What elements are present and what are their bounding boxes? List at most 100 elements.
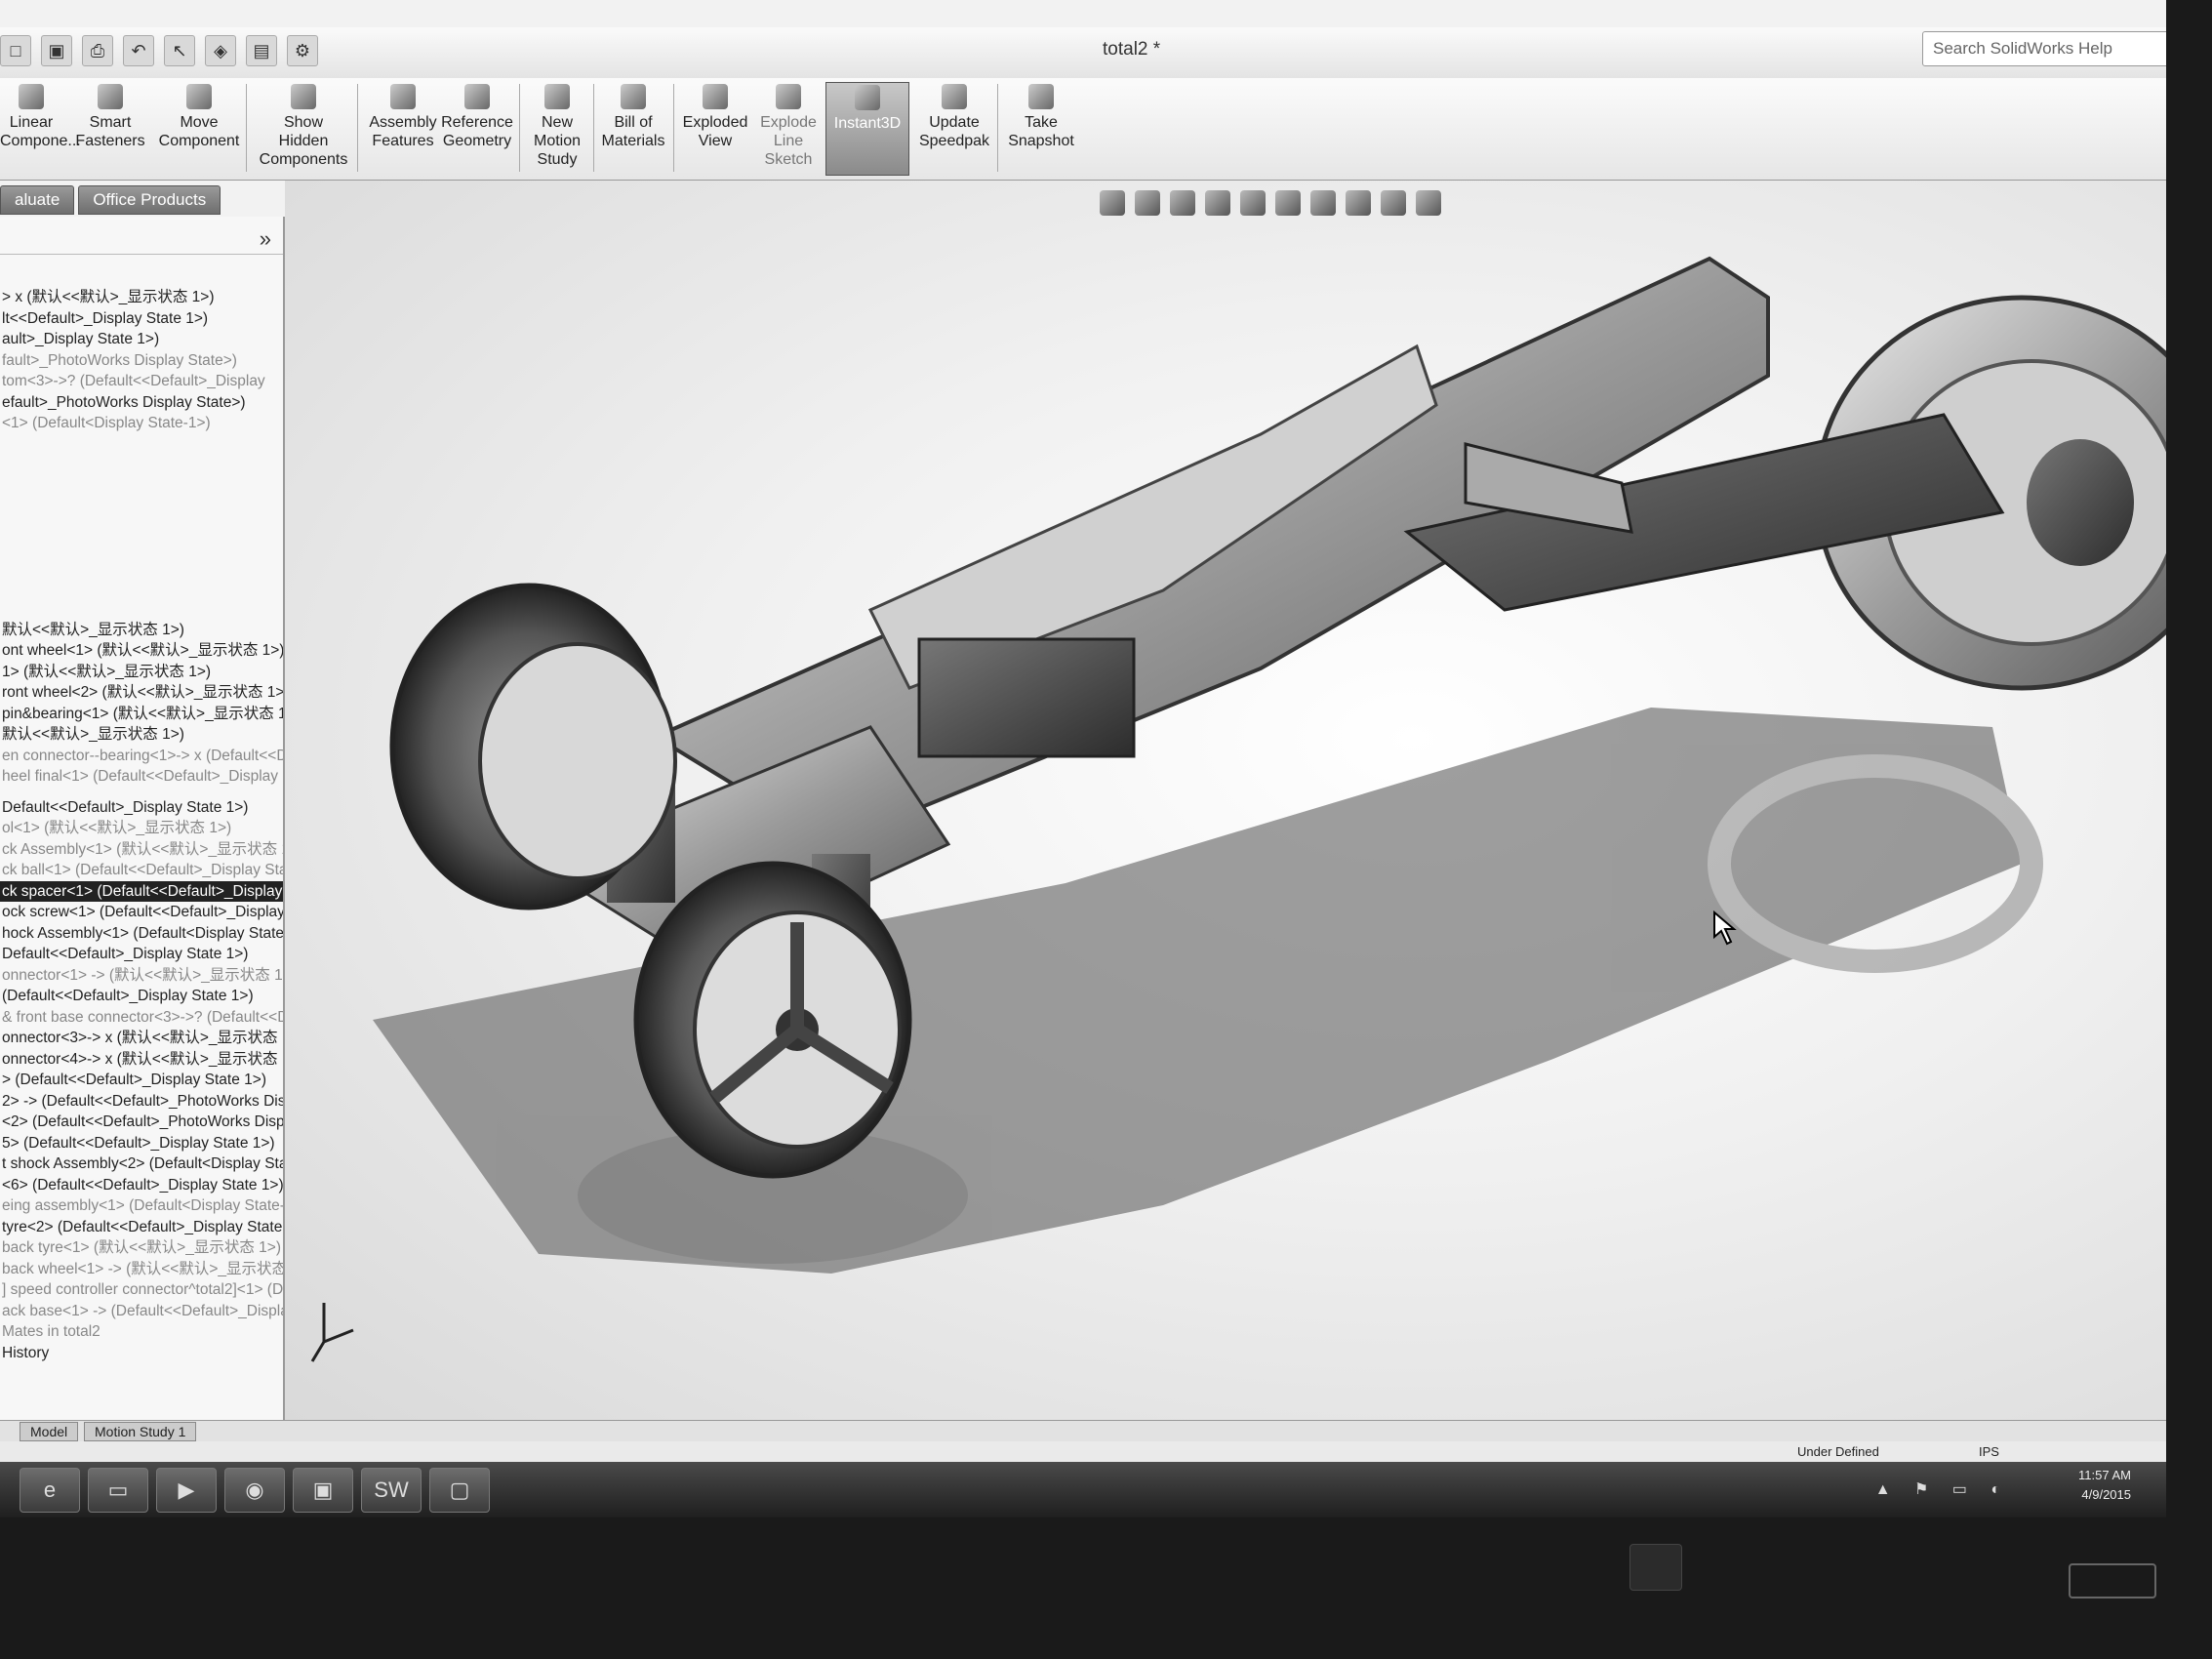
tree-item[interactable]: 5> (Default<<Default>_Display State 1>) [0, 1133, 283, 1154]
search-input[interactable]: Search SolidWorks Help [1933, 39, 2112, 59]
windows-taskbar: e ▭ ▶ ◉ ▣ SW ▢ ▲ ⚑ ▭ ◐ 11:57 AM 4/9/2015 [0, 1462, 2166, 1517]
tree-item[interactable]: ck ball<1> (Default<<Default>_Display St… [0, 860, 283, 881]
tree-item[interactable]: back tyre<1> (默认<<默认>_显示状态 1>) [0, 1237, 283, 1259]
folder-icon[interactable]: ▢ [429, 1468, 490, 1513]
system-tray[interactable]: ▲ ⚑ ▭ ◐ [1875, 1479, 2010, 1499]
clock-date: 4/9/2015 [2081, 1487, 2131, 1502]
tree-item[interactable]: <1> (Default<Display State-1>) [0, 413, 283, 434]
tree-item[interactable]: History [0, 1343, 283, 1364]
search-help-box[interactable]: Search SolidWorks Help ⌕ [1922, 31, 2166, 66]
tree-item[interactable]: ol<1> (默认<<默认>_显示状态 1>) [0, 818, 283, 839]
tree-item[interactable]: ack base<1> -> (Default<<Default>_Displa… [0, 1301, 283, 1322]
tree-item[interactable]: ault>_Display State 1>) [0, 329, 283, 350]
tree-item[interactable]: (Default<<Default>_Display State 1>) [0, 986, 283, 1007]
apply-scene-icon[interactable] [1381, 190, 1406, 216]
explode-line-icon [776, 84, 801, 109]
update-speedpak-button[interactable]: Update Speedpak [913, 82, 995, 176]
tree-item[interactable]: en connector--bearing<1>-> x (Default<<D… [0, 746, 283, 767]
app-icon[interactable]: ▣ [293, 1468, 353, 1513]
save-icon[interactable]: ▣ [41, 35, 72, 66]
tree-item[interactable]: Mates in total2 [0, 1321, 283, 1343]
instant3d-button[interactable]: Instant3D [825, 82, 909, 176]
panel-header: » [0, 224, 283, 255]
media-icon[interactable]: ▶ [156, 1468, 217, 1513]
tab-model[interactable]: Model [20, 1422, 79, 1441]
tab-office-products[interactable]: Office Products [78, 185, 221, 215]
reference-geometry-button[interactable]: Reference Geometry [439, 82, 515, 176]
tree-item[interactable]: 默认<<默认>_显示状态 1>) [0, 724, 283, 746]
tree-item[interactable]: Default<<Default>_Display State 1>) [0, 797, 283, 819]
tree-item[interactable]: eing assembly<1> (Default<Display State-… [0, 1195, 283, 1217]
rebuild-icon[interactable]: ◈ [205, 35, 236, 66]
tree-item[interactable]: <6> (Default<<Default>_Display State 1>) [0, 1175, 283, 1196]
tree-item[interactable]: efault>_PhotoWorks Display State>) [0, 392, 283, 414]
tree-item[interactable]: hock Assembly<1> (Default<Display State-… [0, 923, 283, 945]
bom-icon [621, 84, 646, 109]
tree-item[interactable]: 2> -> (Default<<Default>_PhotoWorks Disp… [0, 1091, 283, 1113]
tree-item[interactable]: ont wheel<1> (默认<<默认>_显示状态 1>) [0, 640, 283, 662]
monitor-power-button[interactable] [2069, 1563, 2156, 1598]
solidworks-icon[interactable]: SW [361, 1468, 422, 1513]
tab-evaluate[interactable]: aluate [0, 185, 75, 215]
reference-geometry-icon [464, 84, 490, 109]
tree-item[interactable]: t shock Assembly<2> (Default<Display Sta… [0, 1153, 283, 1175]
new-motion-study-button[interactable]: New Motion Study [525, 82, 589, 176]
hide-show-items-icon[interactable] [1310, 190, 1336, 216]
section-view-icon[interactable] [1205, 190, 1230, 216]
tree-item[interactable]: tom<3>->? (Default<<Default>_Display [0, 371, 283, 392]
front-wheel-right [633, 861, 912, 1179]
ie-icon[interactable]: e [20, 1468, 80, 1513]
exploded-view-button[interactable]: Exploded View [677, 82, 753, 176]
tree-item[interactable]: <2> (Default<<Default>_PhotoWorks Displa… [0, 1112, 283, 1133]
assembly-features-button[interactable]: Assembly Features [361, 82, 445, 176]
tree-item[interactable]: & front base connector<3>->? (Default<<D… [0, 1007, 283, 1029]
undo-icon[interactable]: ↶ [123, 35, 154, 66]
tree-item[interactable]: 默认<<默认>_显示状态 1>) [0, 620, 283, 641]
tree-item[interactable]: ront wheel<2> (默认<<默认>_显示状态 1>) [0, 682, 283, 704]
smart-fasteners-button[interactable]: Smart Fasteners [70, 82, 150, 176]
view-orientation-icon[interactable] [1240, 190, 1266, 216]
display-style-icon[interactable] [1275, 190, 1301, 216]
take-snapshot-button[interactable]: Take Snapshot [1001, 82, 1081, 176]
print-icon[interactable]: ⎙ [82, 35, 113, 66]
tree-item[interactable]: onnector<4>-> x (默认<<默认>_显示状态 1>) [0, 1049, 283, 1071]
clock[interactable]: 11:57 AM 4/9/2015 [2078, 1466, 2131, 1505]
tree-item[interactable]: lt<<Default>_Display State 1>) [0, 308, 283, 330]
graphics-viewport[interactable] [285, 181, 2166, 1420]
tree-item[interactable]: ] speed controller connector^total2]<1> … [0, 1279, 283, 1301]
previous-view-icon[interactable] [1170, 190, 1195, 216]
zoom-to-fit-icon[interactable] [1100, 190, 1125, 216]
new-icon[interactable]: □ [0, 35, 31, 66]
edit-appearance-icon[interactable] [1346, 190, 1371, 216]
tree-item[interactable]: back wheel<1> -> (默认<<默认>_显示状态 1>) [0, 1259, 283, 1280]
show-hidden-components-button[interactable]: Show Hidden Components [254, 82, 353, 176]
select-icon[interactable]: ↖ [164, 35, 195, 66]
ribbon-separator [519, 84, 520, 172]
tree-item[interactable]: ck spacer<1> (Default<<Default>_Display … [0, 880, 283, 902]
move-component-button[interactable]: Move Component [154, 82, 244, 176]
bill-of-materials-button[interactable]: Bill of Materials [597, 82, 669, 176]
tree-item[interactable]: > (Default<<Default>_Display State 1>) [0, 1070, 283, 1091]
tab-motion-study-1[interactable]: Motion Study 1 [84, 1422, 197, 1441]
chrome-icon[interactable]: ◉ [224, 1468, 285, 1513]
linear-component-pattern-button[interactable]: Linear Compone... [0, 82, 81, 176]
tree-item[interactable]: ock screw<1> (Default<<Default>_Display … [0, 902, 283, 923]
tree-item[interactable]: > x (默认<<默认>_显示状态 1>) [0, 287, 283, 308]
tree-item[interactable]: onnector<3>-> x (默认<<默认>_显示状态 1>) [0, 1028, 283, 1049]
tree-item[interactable]: heel final<1> (Default<<Default>_Display… [0, 766, 283, 788]
expand-chevron-icon[interactable]: » [260, 226, 271, 252]
tree-item[interactable]: 1> (默认<<默认>_显示状态 1>) [0, 662, 283, 683]
view-settings-icon[interactable] [1416, 190, 1441, 216]
explorer-icon[interactable]: ▭ [88, 1468, 148, 1513]
options-icon[interactable]: ⚙ [287, 35, 318, 66]
tree-item[interactable]: pin&bearing<1> (默认<<默认>_显示状态 1>) [0, 704, 283, 725]
tree-item[interactable]: fault>_PhotoWorks Display State>) [0, 350, 283, 372]
tree-item[interactable]: Default<<Default>_Display State 1>) [0, 944, 283, 965]
tree-item[interactable]: onnector<1> -> (默认<<默认>_显示状态 1>) [0, 965, 283, 987]
file-properties-icon[interactable]: ▤ [246, 35, 277, 66]
status-units[interactable]: IPS [1979, 1444, 1999, 1459]
zoom-area-icon[interactable] [1135, 190, 1160, 216]
tree-item[interactable]: tyre<2> (Default<<Default>_Display State… [0, 1217, 283, 1238]
explode-line-sketch-button[interactable]: Explode Line Sketch [753, 82, 824, 176]
tree-item[interactable]: ck Assembly<1> (默认<<默认>_显示状态 1>) [0, 839, 283, 861]
